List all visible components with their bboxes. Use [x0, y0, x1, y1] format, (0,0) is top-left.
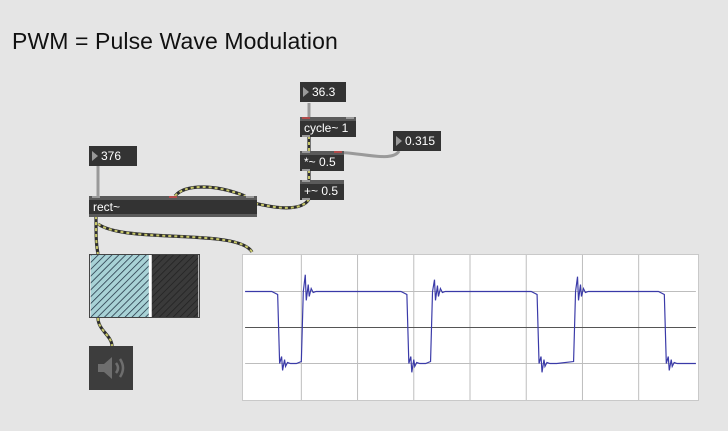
speaker-icon: [98, 357, 125, 379]
inlet[interactable]: [92, 196, 100, 198]
multiply-object[interactable]: *~ 0.5: [300, 151, 344, 171]
cycle-object[interactable]: cycle~ 1: [300, 117, 356, 137]
signal-meter[interactable]: [89, 254, 200, 318]
ezdac-speaker-button[interactable]: [89, 346, 133, 390]
outlet[interactable]: [302, 169, 310, 171]
depth-number-box[interactable]: 0.315: [393, 131, 441, 151]
add-object[interactable]: +~ 0.5: [300, 180, 344, 200]
frequency-value: 376: [101, 149, 122, 163]
frequency-number-box[interactable]: 376: [89, 146, 137, 166]
rect-object[interactable]: rect~: [89, 196, 257, 217]
inlet[interactable]: [302, 151, 310, 153]
inlet[interactable]: [346, 117, 354, 119]
cord-depth-to-multiply[interactable]: [334, 149, 401, 159]
inlet[interactable]: [302, 117, 310, 119]
triangle-icon: [396, 136, 402, 146]
inlet[interactable]: [302, 180, 310, 182]
inlet[interactable]: [246, 196, 254, 198]
triangle-icon: [303, 87, 309, 97]
meter-inactive-region: [151, 255, 199, 317]
lfo-rate-value: 36.3: [312, 85, 336, 99]
rect-label: rect~: [93, 200, 121, 214]
triangle-icon: [92, 151, 98, 161]
outlet[interactable]: [302, 198, 310, 200]
lfo-rate-number-box[interactable]: 36.3: [300, 82, 346, 102]
outlet[interactable]: [302, 135, 310, 137]
meter-active-region: [90, 255, 149, 317]
inlet[interactable]: [169, 196, 177, 198]
cord-rect-to-scope[interactable]: [97, 223, 253, 253]
scope-display[interactable]: [242, 254, 699, 401]
cycle-label: cycle~ 1: [304, 121, 349, 135]
meter-divider: [148, 255, 152, 317]
inlet[interactable]: [334, 151, 342, 153]
patcher-canvas[interactable]: PWM = Pulse Wave Modulation 376 36.3 0.3…: [0, 0, 728, 431]
depth-value: 0.315: [405, 134, 436, 148]
